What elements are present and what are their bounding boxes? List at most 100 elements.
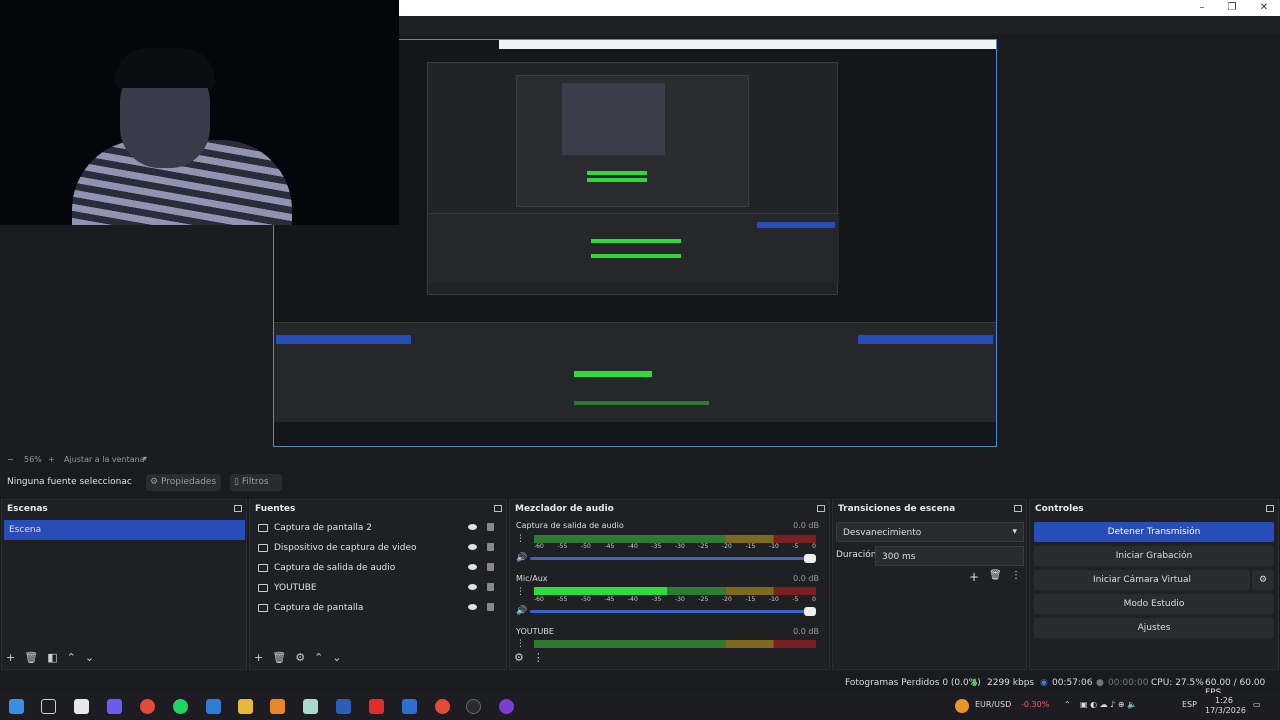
obs-icon[interactable] — [466, 699, 481, 714]
virtual-camera-settings-button[interactable]: ⚙ — [1252, 570, 1274, 590]
eye-icon[interactable] — [468, 544, 477, 550]
undock-icon[interactable] — [1014, 505, 1022, 512]
audio-meter-level — [534, 587, 667, 595]
chrome-profile-icon[interactable] — [435, 699, 450, 714]
gear-icon: ⚙ — [1258, 575, 1268, 585]
chevron-down-icon[interactable]: ⌄ — [85, 651, 94, 664]
taskbar: EUR/USD -0.30% ⌃ ▣ ◐ ☁ ♪ ⊕ 🔈 ESP 1:26 17… — [0, 693, 1280, 720]
scene-item[interactable]: Escena — [4, 520, 245, 540]
fit-window-button[interactable]: Ajustar a la ventana — [64, 455, 145, 464]
source-item[interactable]: Captura de salida de audio — [252, 558, 504, 578]
currency-pair[interactable]: EUR/USD — [975, 700, 1011, 709]
language-indicator[interactable]: ESP — [1182, 700, 1197, 709]
add-icon[interactable]: + — [969, 570, 979, 584]
lock-icon[interactable] — [487, 543, 494, 551]
meter-tick-label: -20 — [722, 543, 732, 550]
volume-slider-handle[interactable] — [804, 607, 816, 616]
mixer-channel-db: 0.0 dB — [793, 627, 819, 636]
eye-icon[interactable] — [468, 604, 477, 610]
lock-icon[interactable] — [487, 603, 494, 611]
calendar-app-icon[interactable] — [74, 699, 89, 714]
source-item[interactable]: YOUTUBE — [252, 578, 504, 598]
chevron-up-icon[interactable]: ⌃ — [314, 651, 323, 664]
eye-icon[interactable] — [468, 524, 477, 530]
transition-select[interactable]: Desvanecimiento ▾ — [836, 522, 1024, 542]
kebab-menu-icon[interactable]: ⋮ — [516, 534, 525, 544]
speaker-icon[interactable]: 🔊 — [516, 553, 527, 563]
add-icon[interactable]: + — [254, 651, 263, 664]
chevron-up-icon[interactable]: ⌃ — [67, 651, 76, 664]
lock-icon[interactable] — [487, 523, 494, 531]
properties-button[interactable]: ⚙ Propiedades — [146, 474, 221, 491]
studio-mode-button[interactable]: Modo Estudio — [1034, 594, 1274, 614]
gear-icon[interactable]: ⚙ — [295, 651, 305, 664]
stop-stream-button[interactable]: Detener Transmisión — [1034, 522, 1274, 542]
audio-meter — [534, 587, 816, 595]
kebab-menu-icon[interactable]: ⋮ — [516, 587, 525, 597]
volume-slider-handle[interactable] — [804, 554, 816, 563]
start-recording-button[interactable]: Iniciar Grabación — [1034, 546, 1274, 566]
trash-icon[interactable]: 🗑 — [272, 651, 286, 664]
app-icon[interactable] — [402, 699, 417, 714]
kebab-menu-icon[interactable]: ⋮ — [1011, 570, 1021, 581]
windows-start-icon[interactable] — [9, 699, 24, 714]
undock-icon[interactable] — [234, 505, 242, 512]
duration-spinbox[interactable]: 300 ms — [875, 546, 1024, 566]
copilot-icon[interactable] — [107, 699, 122, 714]
settings-button[interactable]: Ajustes — [1034, 618, 1274, 638]
filter-icon[interactable]: ◧ — [47, 651, 57, 664]
youtube-icon[interactable] — [369, 699, 384, 714]
eye-icon[interactable] — [468, 564, 477, 570]
source-item[interactable]: Dispositivo de captura de video — [252, 538, 504, 558]
chevron-down-icon[interactable]: ▾ — [143, 454, 147, 463]
undock-icon[interactable] — [1266, 505, 1274, 512]
undock-icon[interactable] — [817, 505, 825, 512]
maximize-button[interactable]: ❐ — [1218, 1, 1246, 15]
sources-footer: + 🗑 ⚙ ⌃ ⌄ — [254, 651, 351, 665]
filters-button[interactable]: ▯ Filtros — [230, 474, 282, 491]
notepad-icon[interactable] — [303, 699, 318, 714]
zoom-percent: 56% — [24, 455, 42, 464]
captured-docks-large — [274, 322, 996, 422]
kebab-menu-icon[interactable]: ⋮ — [516, 639, 525, 649]
spotify-icon[interactable] — [173, 699, 188, 714]
store-icon[interactable] — [206, 699, 221, 714]
folder-icon[interactable] — [238, 699, 253, 714]
chevron-down-icon[interactable]: ⌄ — [332, 651, 341, 664]
audio-mixer-dock: Mezclador de audio Captura de salida de … — [509, 499, 830, 670]
source-item[interactable]: Captura de pantalla 2 — [252, 518, 504, 538]
zoom-out-button[interactable]: − — [7, 455, 14, 464]
speaker-icon[interactable]: 🔊 — [516, 606, 527, 616]
tray-icons[interactable]: ▣ ◐ ☁ ♪ ⊕ 🔈 — [1080, 700, 1137, 709]
messenger-icon[interactable] — [499, 699, 514, 714]
lock-icon[interactable] — [487, 563, 494, 571]
eye-icon[interactable] — [468, 584, 477, 590]
gear-icon[interactable]: ⚙ — [514, 651, 524, 664]
chevron-up-icon[interactable]: ⌃ — [1064, 700, 1071, 709]
volume-slider[interactable] — [530, 554, 816, 563]
source-toolbar: Ninguna fuente seleccionac ⚙ Propiedades… — [0, 470, 1280, 494]
scenes-footer: + 🗑 ◧ ⌃ ⌄ — [6, 651, 103, 665]
stock-icon — [955, 699, 969, 713]
trash-icon[interactable]: 🗑 — [989, 570, 1002, 581]
word-icon[interactable] — [336, 699, 351, 714]
lock-icon[interactable] — [487, 583, 494, 591]
add-icon[interactable]: + — [6, 651, 15, 664]
brave-icon[interactable] — [270, 699, 285, 714]
chrome-icon[interactable] — [140, 699, 155, 714]
undock-icon[interactable] — [494, 505, 502, 512]
meter-tick-label: -25 — [698, 543, 709, 550]
camera-icon — [258, 543, 268, 552]
start-virtual-camera-button[interactable]: Iniciar Cámara Virtual — [1034, 570, 1250, 590]
meter-tick-label: -40 — [628, 543, 638, 550]
task-view-icon[interactable] — [41, 699, 56, 714]
zoom-in-button[interactable]: + — [48, 455, 55, 464]
notification-icon[interactable]: ▭ — [1253, 700, 1261, 709]
captured-docks — [428, 213, 839, 283]
kebab-menu-icon[interactable]: ⋮ — [533, 651, 544, 664]
trash-icon[interactable]: 🗑 — [24, 651, 38, 664]
minimize-button[interactable]: – — [1188, 1, 1216, 15]
volume-slider[interactable] — [530, 607, 816, 616]
close-button[interactable]: ✕ — [1250, 1, 1278, 15]
source-item[interactable]: Captura de pantalla — [252, 598, 504, 618]
